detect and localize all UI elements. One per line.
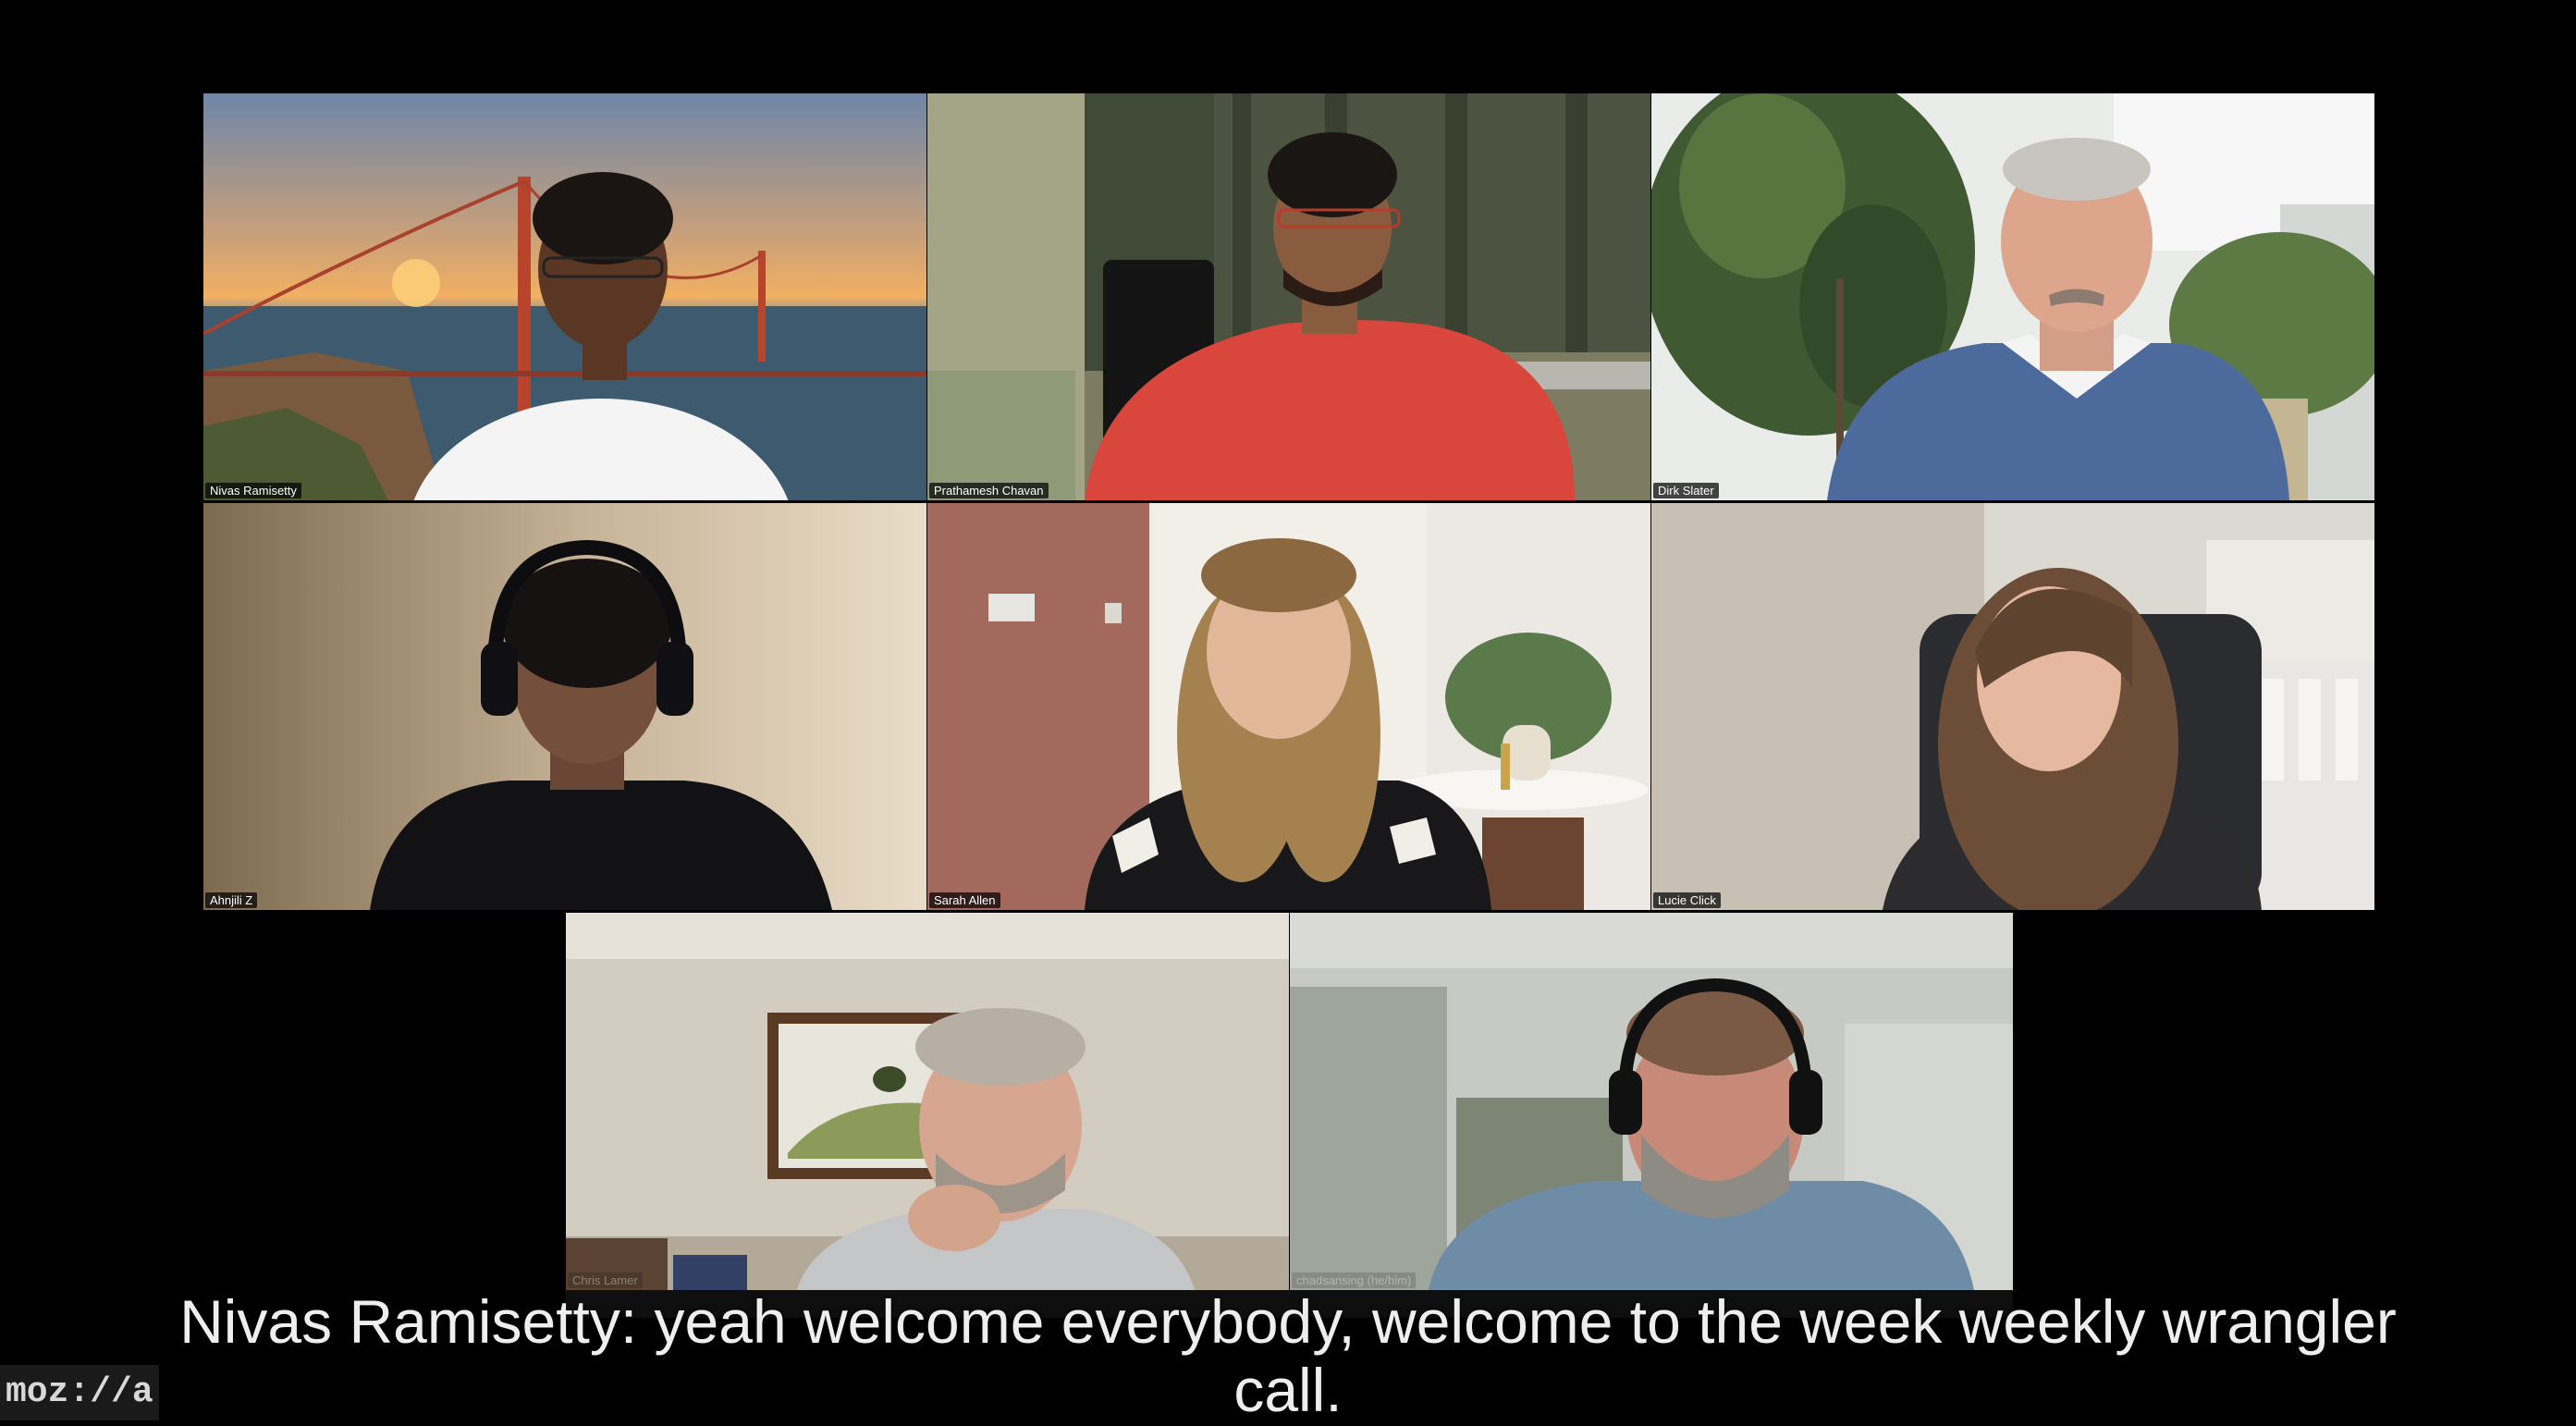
video-tile-prathamesh-chavan[interactable]: Prathamesh Chavan bbox=[927, 93, 1650, 500]
mozilla-logo: moz://a bbox=[0, 1365, 159, 1420]
participant-name: Dirk Slater bbox=[1653, 483, 1719, 498]
video-feed bbox=[203, 503, 926, 910]
video-tile-sarah-allen[interactable]: Sarah Allen bbox=[927, 503, 1650, 910]
video-tile-chadsansing[interactable]: chadsansing (he/him) bbox=[1290, 913, 2013, 1290]
participant-name: Lucie Click bbox=[1653, 892, 1721, 908]
video-feed bbox=[927, 503, 1650, 910]
participant-name: Chris Lamer bbox=[568, 1272, 643, 1288]
participant-name: Nivas Ramisetty bbox=[205, 483, 301, 498]
video-feed bbox=[566, 913, 1289, 1290]
video-feed bbox=[1290, 913, 2013, 1290]
video-tile-nivas-ramisetty[interactable]: Nivas Ramisetty bbox=[203, 93, 926, 500]
participant-name: Ahnjili Z bbox=[205, 892, 258, 908]
video-feed bbox=[927, 93, 1650, 500]
video-tile-chris-lamer[interactable]: Chris Lamer bbox=[566, 913, 1289, 1290]
video-feed bbox=[203, 93, 926, 500]
video-feed bbox=[1651, 503, 2374, 910]
live-caption: Nivas Ramisetty: yeah welcome everybody,… bbox=[179, 1287, 2397, 1424]
participant-name: Prathamesh Chavan bbox=[929, 483, 1049, 498]
video-feed bbox=[1651, 93, 2374, 500]
video-tile-lucie-click[interactable]: Lucie Click bbox=[1651, 503, 2374, 910]
participant-name: Sarah Allen bbox=[929, 892, 1000, 908]
video-tile-ahnjili-z[interactable]: Ahnjili Z bbox=[203, 503, 926, 910]
video-tile-dirk-slater[interactable]: Dirk Slater bbox=[1651, 93, 2374, 500]
participant-name: chadsansing (he/him) bbox=[1292, 1272, 1417, 1288]
